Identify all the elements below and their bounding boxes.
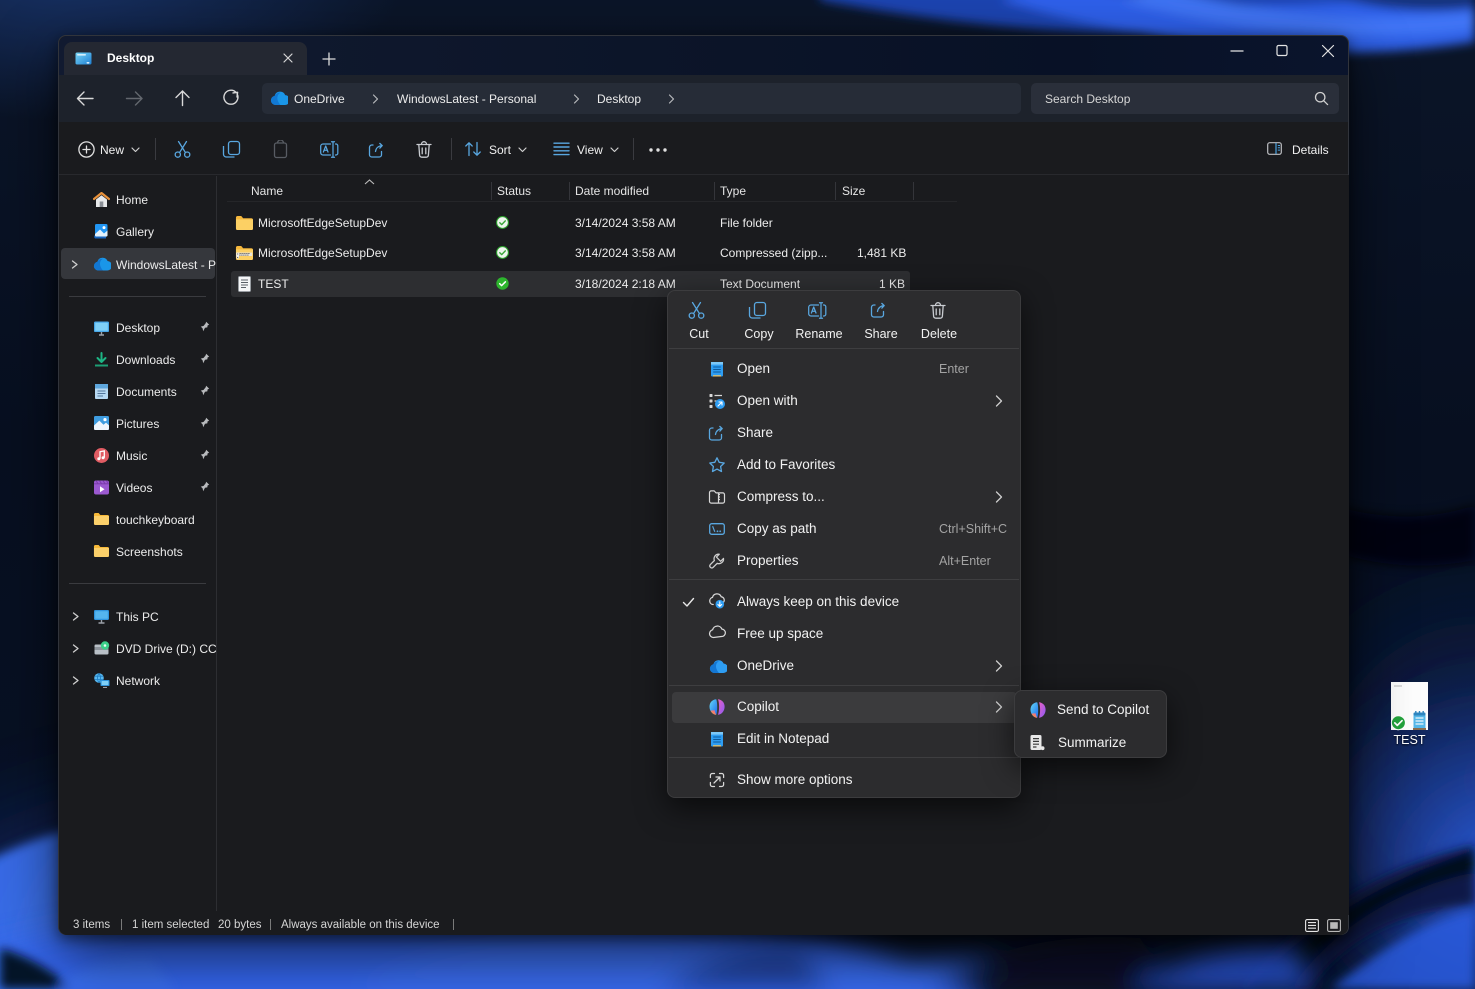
svg-text:TEST: TEST <box>1394 733 1426 747</box>
